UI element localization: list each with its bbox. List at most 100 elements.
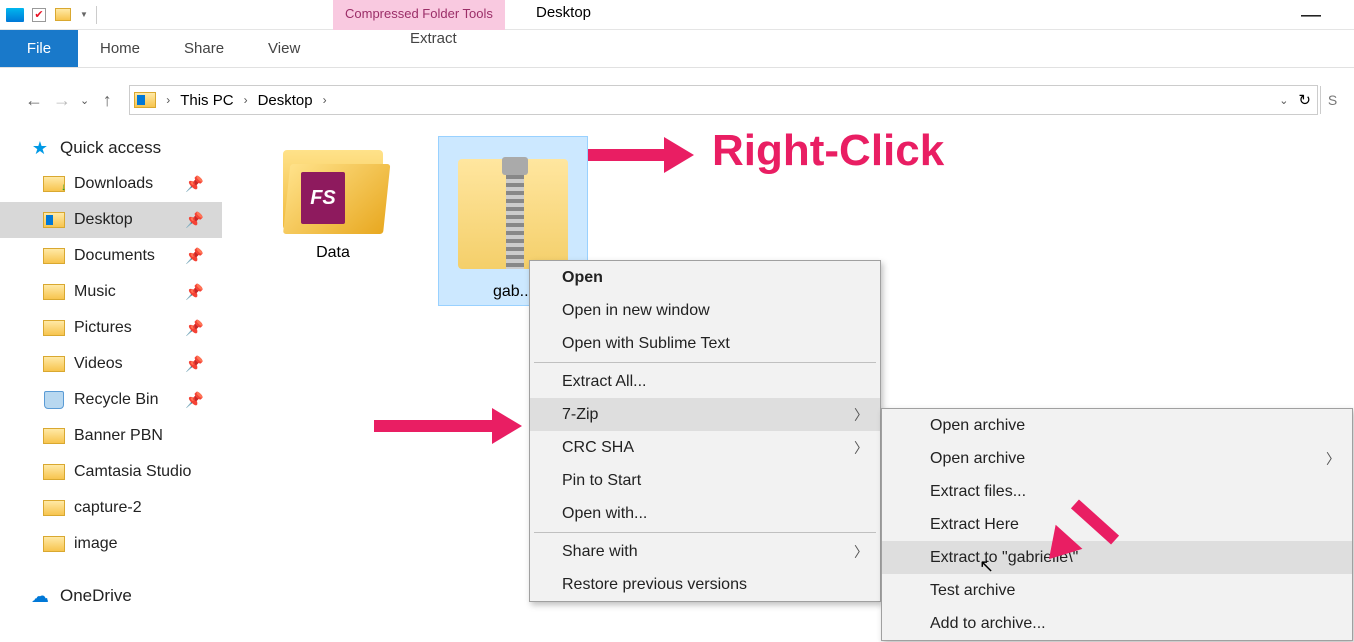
sidebar-item-downloads[interactable]: Downloads 📌 bbox=[0, 166, 222, 202]
new-folder-icon[interactable] bbox=[52, 4, 74, 26]
pin-icon: 📌 bbox=[185, 211, 204, 229]
sidebar-item-label: Music bbox=[74, 283, 116, 301]
pin-icon: 📌 bbox=[185, 247, 204, 265]
onedrive-label: OneDrive bbox=[60, 586, 132, 606]
recyclebin-icon bbox=[42, 391, 66, 409]
ctx-open-sublime[interactable]: Open with Sublime Text bbox=[530, 327, 880, 360]
properties-icon[interactable]: ✔ bbox=[28, 4, 50, 26]
folder-icon bbox=[42, 463, 66, 481]
sidebar-item-label: Recycle Bin bbox=[74, 391, 158, 409]
tab-view[interactable]: View bbox=[246, 30, 322, 67]
sidebar-item-documents[interactable]: Documents 📌 bbox=[0, 238, 222, 274]
sidebar-item-label: Camtasia Studio bbox=[74, 463, 191, 481]
sidebar-item-music[interactable]: Music 📌 bbox=[0, 274, 222, 310]
navigation-pane: ★ Quick access Downloads 📌 Desktop 📌 Doc… bbox=[0, 126, 222, 614]
separator bbox=[534, 532, 876, 533]
folder-icon bbox=[42, 211, 66, 229]
quick-access-toolbar: ✔ ▼ bbox=[0, 4, 97, 26]
address-bar[interactable]: › This PC › Desktop › ⌄ ↻ bbox=[129, 85, 1318, 115]
ctx-open[interactable]: Open bbox=[530, 261, 880, 294]
explorer-icon[interactable] bbox=[4, 4, 26, 26]
search-box[interactable]: S bbox=[1320, 86, 1344, 114]
sidebar-item-pictures[interactable]: Pictures 📌 bbox=[0, 310, 222, 346]
location-icon bbox=[134, 92, 156, 108]
onedrive-icon: ☁ bbox=[28, 587, 52, 605]
ctx-open-new-window[interactable]: Open in new window bbox=[530, 294, 880, 327]
folder-icon: FS bbox=[283, 142, 383, 234]
chevron-right-icon: 〉 bbox=[854, 542, 868, 562]
ctx-open-archive-sub[interactable]: Open archive〉 bbox=[882, 442, 1352, 475]
chevron-right-icon[interactable]: › bbox=[319, 93, 331, 107]
forward-button[interactable]: → bbox=[48, 86, 76, 114]
window-title: Desktop bbox=[536, 4, 591, 21]
pin-icon: 📌 bbox=[185, 175, 204, 193]
tab-extract[interactable]: Extract bbox=[388, 30, 479, 47]
recent-dropdown-icon[interactable]: ⌄ bbox=[80, 94, 89, 107]
back-button[interactable]: ← bbox=[20, 86, 48, 114]
folder-icon bbox=[42, 427, 66, 445]
quick-access-root[interactable]: ★ Quick access bbox=[0, 130, 222, 166]
sidebar-item-folder[interactable]: image bbox=[0, 526, 222, 562]
sidebar-item-label: image bbox=[74, 535, 118, 553]
context-submenu-7zip: Open archive Open archive〉 Extract files… bbox=[881, 408, 1353, 641]
folder-icon bbox=[42, 175, 66, 193]
ctx-open-archive[interactable]: Open archive bbox=[882, 409, 1352, 442]
sidebar-item-recyclebin[interactable]: Recycle Bin 📌 bbox=[0, 382, 222, 418]
folder-icon bbox=[42, 535, 66, 553]
pin-icon: 📌 bbox=[185, 355, 204, 373]
sidebar-item-label: Videos bbox=[74, 355, 123, 373]
sidebar-item-folder[interactable]: capture-2 bbox=[0, 490, 222, 526]
quick-access-label: Quick access bbox=[60, 138, 161, 158]
folder-icon bbox=[42, 319, 66, 337]
contextual-tab-label: Compressed Folder Tools bbox=[333, 0, 505, 30]
refresh-icon[interactable]: ↻ bbox=[1298, 91, 1311, 109]
sidebar-item-label: Pictures bbox=[74, 319, 132, 337]
sidebar-item-label: Desktop bbox=[74, 211, 133, 229]
ribbon-tabs: File Home Share View Extract bbox=[0, 30, 1354, 68]
star-icon: ★ bbox=[28, 139, 52, 157]
chevron-right-icon: 〉 bbox=[854, 405, 868, 425]
minimize-button[interactable]: — bbox=[1288, 0, 1334, 30]
sidebar-item-folder[interactable]: Camtasia Studio bbox=[0, 454, 222, 490]
pin-icon: 📌 bbox=[185, 319, 204, 337]
tab-share[interactable]: Share bbox=[162, 30, 246, 67]
sidebar-item-label: Documents bbox=[74, 247, 155, 265]
context-menu: Open Open in new window Open with Sublim… bbox=[529, 260, 881, 602]
folder-icon bbox=[42, 283, 66, 301]
sidebar-item-label: Banner PBN bbox=[74, 427, 163, 445]
sidebar-item-desktop[interactable]: Desktop 📌 bbox=[0, 202, 222, 238]
sidebar-item-folder[interactable]: Banner PBN bbox=[0, 418, 222, 454]
ctx-crc-sha[interactable]: CRC SHA〉 bbox=[530, 431, 880, 464]
ctx-open-with[interactable]: Open with... bbox=[530, 497, 880, 530]
tab-home[interactable]: Home bbox=[78, 30, 162, 67]
ctx-extract-to[interactable]: Extract to "gabrielle\" bbox=[882, 541, 1352, 574]
breadcrumb-desktop[interactable]: Desktop bbox=[252, 92, 319, 109]
ctx-test-archive[interactable]: Test archive bbox=[882, 574, 1352, 607]
onedrive-root[interactable]: ☁ OneDrive bbox=[0, 578, 222, 614]
qat-dropdown-icon[interactable]: ▼ bbox=[80, 10, 88, 19]
item-label: Data bbox=[258, 244, 408, 262]
ctx-restore[interactable]: Restore previous versions bbox=[530, 568, 880, 601]
ctx-share-with[interactable]: Share with〉 bbox=[530, 535, 880, 568]
folder-icon bbox=[42, 247, 66, 265]
ctx-7zip[interactable]: 7-Zip〉 bbox=[530, 398, 880, 431]
annotation-right-click: Right-Click bbox=[712, 126, 944, 176]
chevron-right-icon[interactable]: › bbox=[240, 93, 252, 107]
file-tab[interactable]: File bbox=[0, 30, 78, 67]
ctx-extract-all[interactable]: Extract All... bbox=[530, 365, 880, 398]
chevron-right-icon: 〉 bbox=[854, 438, 868, 458]
breadcrumb-this-pc[interactable]: This PC bbox=[174, 92, 239, 109]
folder-icon bbox=[42, 355, 66, 373]
chevron-right-icon[interactable]: › bbox=[162, 93, 174, 107]
address-dropdown-icon[interactable]: ⌄ bbox=[1279, 94, 1288, 107]
up-button[interactable]: ↑ bbox=[93, 86, 121, 114]
zip-icon bbox=[448, 141, 578, 273]
ctx-extract-files[interactable]: Extract files... bbox=[882, 475, 1352, 508]
sidebar-item-label: capture-2 bbox=[74, 499, 142, 517]
ctx-pin-start[interactable]: Pin to Start bbox=[530, 464, 880, 497]
chevron-right-icon: 〉 bbox=[1326, 449, 1340, 469]
sidebar-item-videos[interactable]: Videos 📌 bbox=[0, 346, 222, 382]
sidebar-item-label: Downloads bbox=[74, 175, 153, 193]
ctx-add-archive[interactable]: Add to archive... bbox=[882, 607, 1352, 640]
folder-item[interactable]: FS Data bbox=[258, 136, 408, 262]
